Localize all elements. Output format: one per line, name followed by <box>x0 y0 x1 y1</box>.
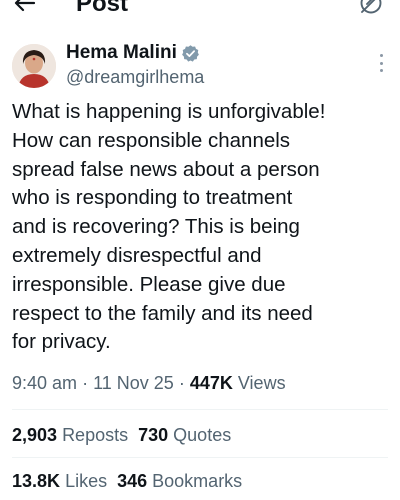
more-options-icon[interactable] <box>378 54 384 72</box>
post-text: What is happening is unforgivable! How c… <box>12 100 326 354</box>
author-name-text: Hema Malini <box>66 42 177 63</box>
author-name[interactable]: Hema Malini <box>66 42 200 64</box>
avatar[interactable] <box>12 44 56 88</box>
bookmarks-stat[interactable]: 346 Bookmarks <box>117 471 242 491</box>
top-bar: Post <box>0 0 400 22</box>
reposts-count: 2,903 <box>12 425 58 445</box>
stats-row-reposts-quotes: 2,903 Reposts 730 Quotes <box>12 425 231 446</box>
page-title: Post <box>76 0 129 17</box>
meta-separator-2: · <box>178 373 185 393</box>
views-label: Views <box>237 373 286 393</box>
post-meta: 9:40 am · 11 Nov 25 · 447K Views <box>12 373 286 394</box>
verified-badge-icon[interactable] <box>181 44 200 63</box>
divider-middle <box>12 457 388 458</box>
quotes-stat[interactable]: 730 Quotes <box>138 425 231 445</box>
post-detail-page: Post Hema Malini @dreamgirlhema What is … <box>0 0 400 500</box>
post-date[interactable]: 11 Nov 25 <box>93 373 174 393</box>
likes-label: Likes <box>65 471 108 491</box>
arrow-left-icon[interactable] <box>14 0 36 14</box>
views-count[interactable]: 447K <box>190 373 233 393</box>
meta-separator: · <box>82 373 89 393</box>
stats-row-likes-bookmarks: 13.8K Likes 346 Bookmarks <box>12 471 242 492</box>
bookmarks-count: 346 <box>117 471 148 491</box>
bookmarks-label: Bookmarks <box>152 471 243 491</box>
quotes-count: 730 <box>138 425 169 445</box>
quotes-label: Quotes <box>173 425 232 445</box>
author-handle[interactable]: @dreamgirlhema <box>66 67 204 88</box>
likes-count: 13.8K <box>12 471 61 491</box>
divider-top <box>12 409 388 410</box>
grok-icon[interactable] <box>358 0 384 16</box>
reposts-stat[interactable]: 2,903 Reposts <box>12 425 128 445</box>
likes-stat[interactable]: 13.8K Likes <box>12 471 107 491</box>
post-time[interactable]: 9:40 am <box>12 373 77 393</box>
reposts-label: Reposts <box>62 425 129 445</box>
